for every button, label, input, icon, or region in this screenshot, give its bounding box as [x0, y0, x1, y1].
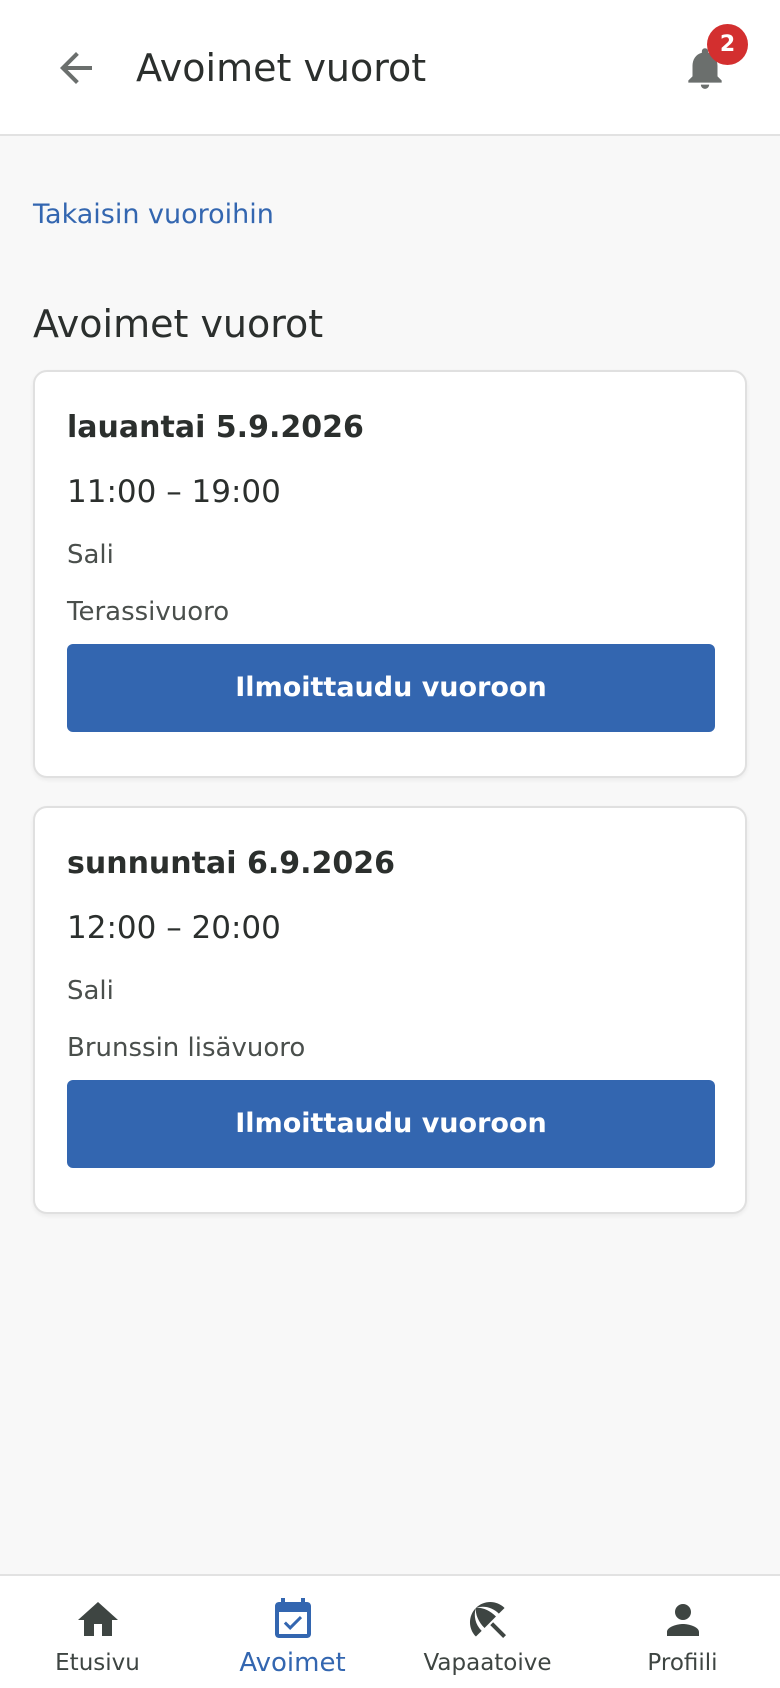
nav-item-open-shifts[interactable]: Avoimet — [195, 1576, 390, 1688]
shift-time: 12:00 – 20:00 — [67, 910, 281, 946]
nav-label: Etusivu — [55, 1650, 140, 1676]
nav-label: Profiili — [647, 1650, 718, 1676]
shift-time: 11:00 – 19:00 — [67, 474, 281, 510]
signup-shift-button[interactable]: Ilmoittaudu vuoroon — [67, 644, 715, 732]
shift-location: Sali — [67, 540, 114, 570]
shift-location: Sali — [67, 976, 114, 1006]
nav-label: Vapaatoive — [423, 1650, 552, 1676]
section-title: Avoimet vuorot — [33, 302, 324, 346]
bottom-navigation: Etusivu Avoimet Vapaatoive Profiili — [0, 1574, 780, 1688]
shift-description: Terassivuoro — [67, 597, 230, 627]
nav-label: Avoimet — [239, 1648, 346, 1678]
notification-count-badge: 2 — [707, 24, 748, 65]
shift-card: lauantai 5.9.2026 11:00 – 19:00 Sali Ter… — [33, 370, 747, 778]
back-button[interactable] — [52, 44, 100, 92]
person-icon — [659, 1596, 707, 1644]
nav-item-time-off-request[interactable]: Vapaatoive — [390, 1576, 585, 1688]
shift-card: sunnuntai 6.9.2026 12:00 – 20:00 Sali Br… — [33, 806, 747, 1214]
back-to-shifts-link[interactable]: Takaisin vuoroihin — [33, 198, 274, 232]
home-icon — [74, 1596, 122, 1644]
app-header: Avoimet vuorot 2 — [0, 0, 780, 136]
shift-date: sunnuntai 6.9.2026 — [67, 846, 395, 881]
nav-item-home[interactable]: Etusivu — [0, 1576, 195, 1688]
shift-description: Brunssin lisävuoro — [67, 1033, 306, 1063]
signup-shift-button[interactable]: Ilmoittaudu vuoroon — [67, 1080, 715, 1168]
shift-date: lauantai 5.9.2026 — [67, 410, 364, 445]
nav-item-profile[interactable]: Profiili — [585, 1576, 780, 1688]
beach-umbrella-icon — [464, 1596, 512, 1644]
arrow-left-icon — [60, 52, 92, 84]
page-title: Avoimet vuorot — [136, 46, 427, 90]
calendar-check-icon — [269, 1596, 317, 1644]
